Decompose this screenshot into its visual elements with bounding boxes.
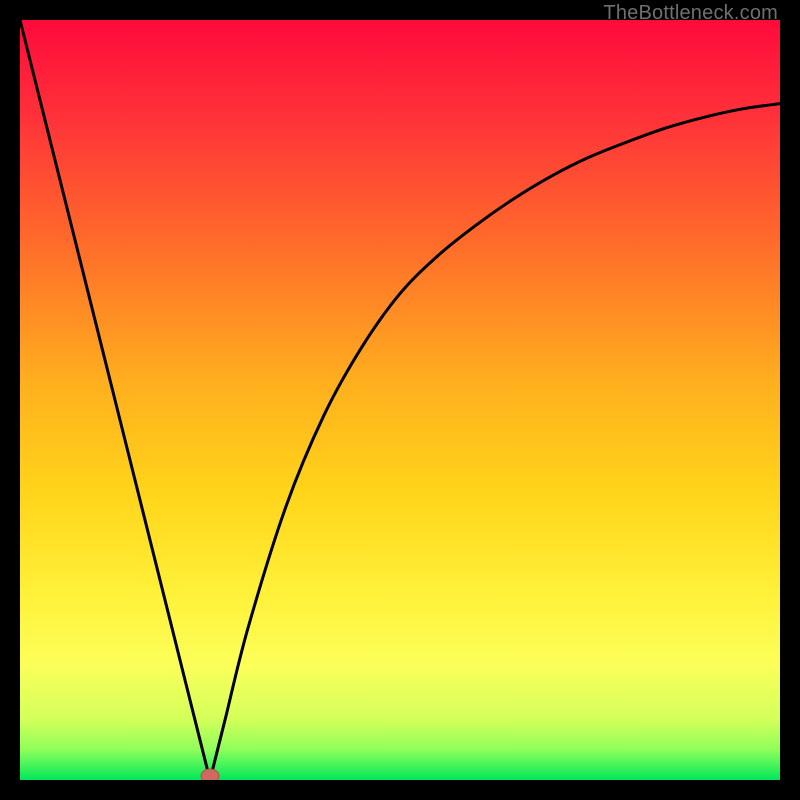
chart-svg xyxy=(20,20,780,780)
gradient-background xyxy=(20,20,780,780)
minimum-marker xyxy=(201,769,219,780)
watermark-text: TheBottleneck.com xyxy=(603,2,778,25)
chart-frame xyxy=(20,20,780,780)
